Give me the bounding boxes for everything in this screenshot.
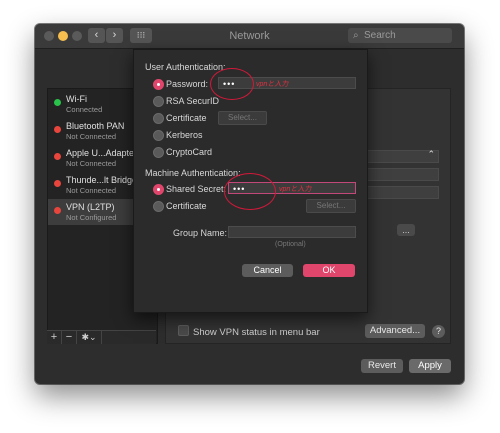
group-name-label: Group Name: bbox=[173, 228, 228, 238]
search-placeholder: Search bbox=[364, 30, 396, 41]
status-red-dot-icon bbox=[54, 153, 61, 160]
annotation-circle-password bbox=[210, 68, 254, 100]
annotation-text-password: vpnと入力 bbox=[256, 81, 289, 88]
status-red-dot-icon bbox=[54, 207, 61, 214]
service-name: VPN (L2TP) bbox=[66, 202, 115, 212]
cryptocard-radio[interactable] bbox=[153, 147, 164, 158]
shared-secret-label: Shared Secret: bbox=[166, 184, 227, 194]
remove-service-button[interactable]: − bbox=[62, 331, 77, 344]
machine-certificate-label: Certificate bbox=[166, 201, 207, 211]
title-bar: ‹ › ⁝⁝⁝ Network ⌕ Search bbox=[35, 24, 464, 49]
ok-button[interactable]: OK bbox=[303, 264, 355, 277]
network-preferences-window: ‹ › ⁝⁝⁝ Network ⌕ Search Wi-Fi Connected… bbox=[35, 24, 464, 384]
popup-chevron-icon: ⌃ bbox=[427, 149, 435, 159]
annotation-circle-shared-secret bbox=[224, 173, 276, 210]
service-status: Not Configured bbox=[66, 213, 117, 222]
show-vpn-status-checkbox[interactable]: Show VPN status in menu bar bbox=[178, 325, 320, 338]
certificate-radio[interactable] bbox=[153, 113, 164, 124]
user-auth-heading: User Authentication: bbox=[145, 62, 226, 72]
machine-certificate-select-button[interactable]: Select... bbox=[306, 199, 356, 213]
annotation-text-shared-secret: vpnと入力 bbox=[279, 186, 312, 193]
kerberos-radio[interactable] bbox=[153, 130, 164, 141]
service-name: Bluetooth PAN bbox=[66, 121, 125, 131]
machine-auth-heading: Machine Authentication: bbox=[145, 168, 241, 178]
revert-button[interactable]: Revert bbox=[361, 359, 403, 373]
checkbox-box bbox=[178, 325, 189, 336]
add-service-button[interactable]: + bbox=[47, 331, 62, 344]
service-status: Not Connected bbox=[66, 186, 117, 195]
password-radio[interactable] bbox=[153, 79, 164, 90]
status-red-dot-icon bbox=[54, 126, 61, 133]
search-icon: ⌕ bbox=[353, 30, 359, 41]
rsa-securid-label: RSA SecurID bbox=[166, 96, 220, 106]
password-label: Password: bbox=[166, 79, 209, 89]
service-list-toolbar: + − ✱⌄ bbox=[47, 330, 156, 344]
cancel-button[interactable]: Cancel bbox=[242, 264, 293, 277]
service-status: Not Connected bbox=[66, 132, 117, 141]
service-name: Thunde...lt Bridge bbox=[66, 175, 138, 185]
machine-certificate-radio[interactable] bbox=[153, 201, 164, 212]
service-name: Apple U...Adapter bbox=[66, 148, 138, 158]
advanced-button[interactable]: Advanced... bbox=[365, 324, 425, 338]
authentication-settings-sheet: User Authentication: Password: ••• RSA S… bbox=[133, 49, 368, 313]
certificate-label: Certificate bbox=[166, 113, 207, 123]
rsa-securid-radio[interactable] bbox=[153, 96, 164, 107]
cryptocard-label: CryptoCard bbox=[166, 147, 213, 157]
service-status: Not Connected bbox=[66, 159, 117, 168]
group-name-hint: (Optional) bbox=[275, 241, 306, 248]
gear-menu-icon[interactable]: ✱⌄ bbox=[77, 331, 102, 344]
group-name-input[interactable] bbox=[228, 226, 356, 238]
service-name: Wi-Fi bbox=[66, 94, 87, 104]
help-button[interactable]: ? bbox=[432, 325, 445, 338]
shared-secret-radio[interactable] bbox=[153, 184, 164, 195]
apply-button[interactable]: Apply bbox=[409, 359, 451, 373]
service-status: Connected bbox=[66, 105, 103, 114]
status-green-dot-icon bbox=[54, 99, 61, 106]
kerberos-label: Kerberos bbox=[166, 130, 203, 140]
authentication-settings-button[interactable]: ... bbox=[397, 224, 415, 236]
show-vpn-status-label: Show VPN status in menu bar bbox=[193, 327, 320, 338]
search-field[interactable]: ⌕ Search bbox=[348, 28, 452, 43]
status-red-dot-icon bbox=[54, 180, 61, 187]
user-certificate-select-button[interactable]: Select... bbox=[218, 111, 267, 125]
